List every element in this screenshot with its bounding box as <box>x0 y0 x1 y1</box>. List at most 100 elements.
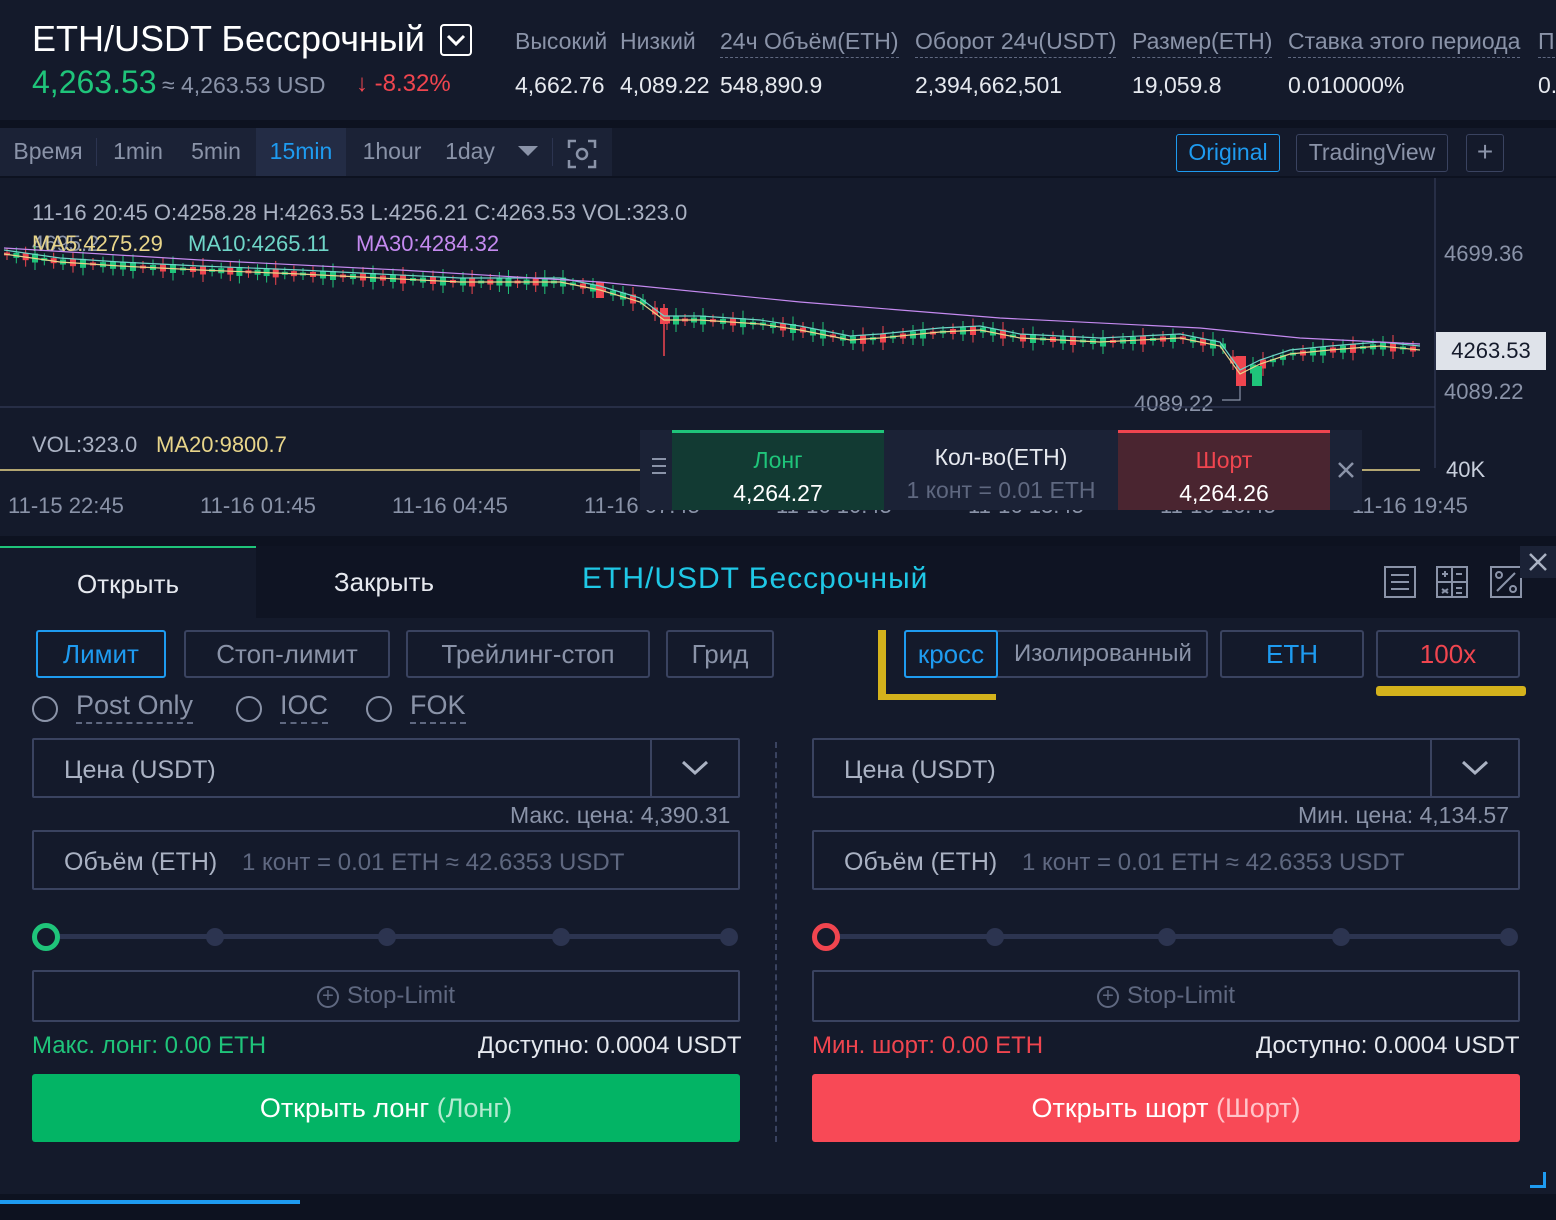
quick-order-popup: Лонг 4,264.27 Кол-во(ETH) 1 конт = 0.01 … <box>640 430 1362 510</box>
short-price-input[interactable]: Цена (USDT) <box>812 738 1520 798</box>
slider-thumb[interactable] <box>812 923 840 951</box>
stat-high-label: Высокий <box>515 28 608 54</box>
stat-funding-label[interactable]: Ставка этого периода <box>1288 28 1521 58</box>
resize-handle-icon[interactable] <box>1530 1172 1546 1188</box>
stat-volume-label[interactable]: 24ч Объём(ETH) <box>720 28 899 58</box>
short-stop-limit-button[interactable]: + Stop-Limit <box>812 970 1520 1022</box>
stat-turnover-label[interactable]: Оборот 24ч(USDT) <box>915 28 1117 58</box>
percent-icon[interactable] <box>1488 564 1524 605</box>
add-chart-button[interactable]: + <box>1466 134 1504 172</box>
short-qty-input[interactable]: Объём (ETH) 1 конт = 0.01 ETH ≈ 42.6353 … <box>812 830 1520 890</box>
quick-long-label: Лонг <box>753 447 803 473</box>
close-icon <box>1529 553 1547 571</box>
original-chart-button[interactable]: Original <box>1176 134 1280 172</box>
quick-qty-label: Кол-во(ETH) <box>934 444 1068 470</box>
x-tick: 11-16 01:45 <box>200 493 316 518</box>
open-long-sub: (Лонг) <box>436 1093 513 1123</box>
plus-circle-icon: + <box>1096 985 1119 1008</box>
tab-5min[interactable]: 5min <box>178 128 254 176</box>
tab-open[interactable]: Открыть <box>0 546 256 618</box>
margin-mode-cross[interactable]: кросс <box>904 630 998 678</box>
slider-step[interactable] <box>1158 928 1176 946</box>
order-type-trailing-stop[interactable]: Трейлинг-стоп <box>406 630 650 678</box>
stat-size-label[interactable]: Размер(ETH) <box>1132 28 1273 58</box>
long-price-input[interactable]: Цена (USDT) <box>32 738 740 798</box>
slider-step[interactable] <box>1332 928 1350 946</box>
pair-title[interactable]: ETH/USDT Бессрочный <box>32 18 425 60</box>
calculator-icon[interactable] <box>1434 564 1470 605</box>
change-value: -8.32% <box>374 70 451 97</box>
close-icon[interactable] <box>1336 460 1356 485</box>
order-type-grid[interactable]: Грид <box>666 630 774 678</box>
short-min-label: Мин. шорт: 0.00 ETH <box>812 1032 1044 1059</box>
tab-close[interactable]: Закрыть <box>256 546 512 618</box>
quick-qty[interactable]: Кол-во(ETH) 1 конт = 0.01 ETH <box>884 430 1118 510</box>
long-stop-limit-button[interactable]: + Stop-Limit <box>32 970 740 1022</box>
plus-circle-icon: + <box>316 985 339 1008</box>
x-tick: 11-15 22:45 <box>8 493 124 518</box>
open-short-button[interactable]: Открыть шорт (Шорт) <box>812 1074 1520 1142</box>
radio-post-only[interactable] <box>32 696 58 722</box>
candle-body <box>1252 366 1262 386</box>
drag-handle-icon[interactable] <box>652 458 666 474</box>
radio-fok[interactable] <box>366 696 392 722</box>
usd-price: ≈ 4,263.53 USD <box>162 72 326 98</box>
tab-1min[interactable]: 1min <box>100 128 176 176</box>
radio-ioc[interactable] <box>236 696 262 722</box>
long-price-label: Цена (USDT) <box>64 756 216 784</box>
x-tick: 11-16 19:45 <box>1352 493 1468 518</box>
chevron-down-icon[interactable] <box>680 758 710 783</box>
slider-step[interactable] <box>986 928 1004 946</box>
long-max-label: Макс. лонг: 0.00 ETH <box>32 1032 267 1059</box>
ioc-label[interactable]: IOC <box>280 690 329 724</box>
unit-button[interactable]: ETH <box>1220 630 1364 678</box>
divider <box>775 742 777 1142</box>
order-type-limit[interactable]: Лимит <box>36 630 166 678</box>
low-marker-arrow <box>1222 386 1241 401</box>
stat-low-label: Низкий <box>620 28 696 54</box>
annotation-marker <box>878 630 886 700</box>
stat-high-value: 4,662.76 <box>515 72 605 98</box>
slider-step[interactable] <box>552 928 570 946</box>
ma10-line <box>3 249 1421 371</box>
quick-long-button[interactable]: Лонг 4,264.27 <box>672 430 884 510</box>
slider-step[interactable] <box>720 928 738 946</box>
stat-size-value: 19,059.8 <box>1132 72 1222 98</box>
screenshot-icon[interactable] <box>566 138 598 175</box>
long-qty-input[interactable]: Объём (ETH) 1 конт = 0.01 ETH ≈ 42.6353 … <box>32 830 740 890</box>
order-list-icon[interactable] <box>1382 564 1418 605</box>
tradingview-button[interactable]: TradingView <box>1296 134 1448 172</box>
fok-label[interactable]: FOK <box>410 690 466 724</box>
slider-step[interactable] <box>378 928 396 946</box>
margin-mode-isolated[interactable]: Изолированный <box>1000 632 1206 676</box>
tab-1day[interactable]: 1day <box>436 128 504 176</box>
tab-time[interactable]: Время <box>0 128 96 176</box>
short-slider[interactable] <box>812 922 1520 952</box>
quick-short-label: Шорт <box>1195 447 1253 473</box>
annotation-marker <box>1376 686 1526 696</box>
panel-close-button[interactable] <box>1520 546 1556 578</box>
long-slider[interactable] <box>32 922 740 952</box>
tab-1hour[interactable]: 1hour <box>350 128 434 176</box>
quick-short-button[interactable]: Шорт 4,264.26 <box>1118 430 1330 510</box>
slider-step[interactable] <box>1500 928 1518 946</box>
chevron-down-icon[interactable] <box>1460 758 1490 783</box>
post-only-label[interactable]: Post Only <box>76 690 194 724</box>
stop-limit-label: Stop-Limit <box>346 982 456 1009</box>
pair-dropdown-icon[interactable] <box>440 24 472 56</box>
order-type-stop-limit[interactable]: Стоп-лимит <box>184 630 390 678</box>
tab-15min[interactable]: 15min <box>256 128 346 176</box>
divider <box>96 138 97 166</box>
divider <box>1430 738 1432 798</box>
divider <box>0 536 1556 546</box>
slider-step[interactable] <box>206 928 224 946</box>
stat-next-label[interactable]: П <box>1538 28 1555 58</box>
leverage-button[interactable]: 100x <box>1376 630 1520 678</box>
open-long-button[interactable]: Открыть лонг (Лонг) <box>32 1074 740 1142</box>
stat-turnover-value: 2,394,662,501 <box>915 72 1063 98</box>
stat-next-value: 0. <box>1538 72 1556 98</box>
caret-down-icon[interactable] <box>514 142 542 167</box>
short-available: Доступно: 0.0004 USDT <box>1256 1032 1520 1059</box>
long-max-price: Макс. цена: 4,390.31 <box>510 802 731 828</box>
slider-thumb[interactable] <box>32 923 60 951</box>
